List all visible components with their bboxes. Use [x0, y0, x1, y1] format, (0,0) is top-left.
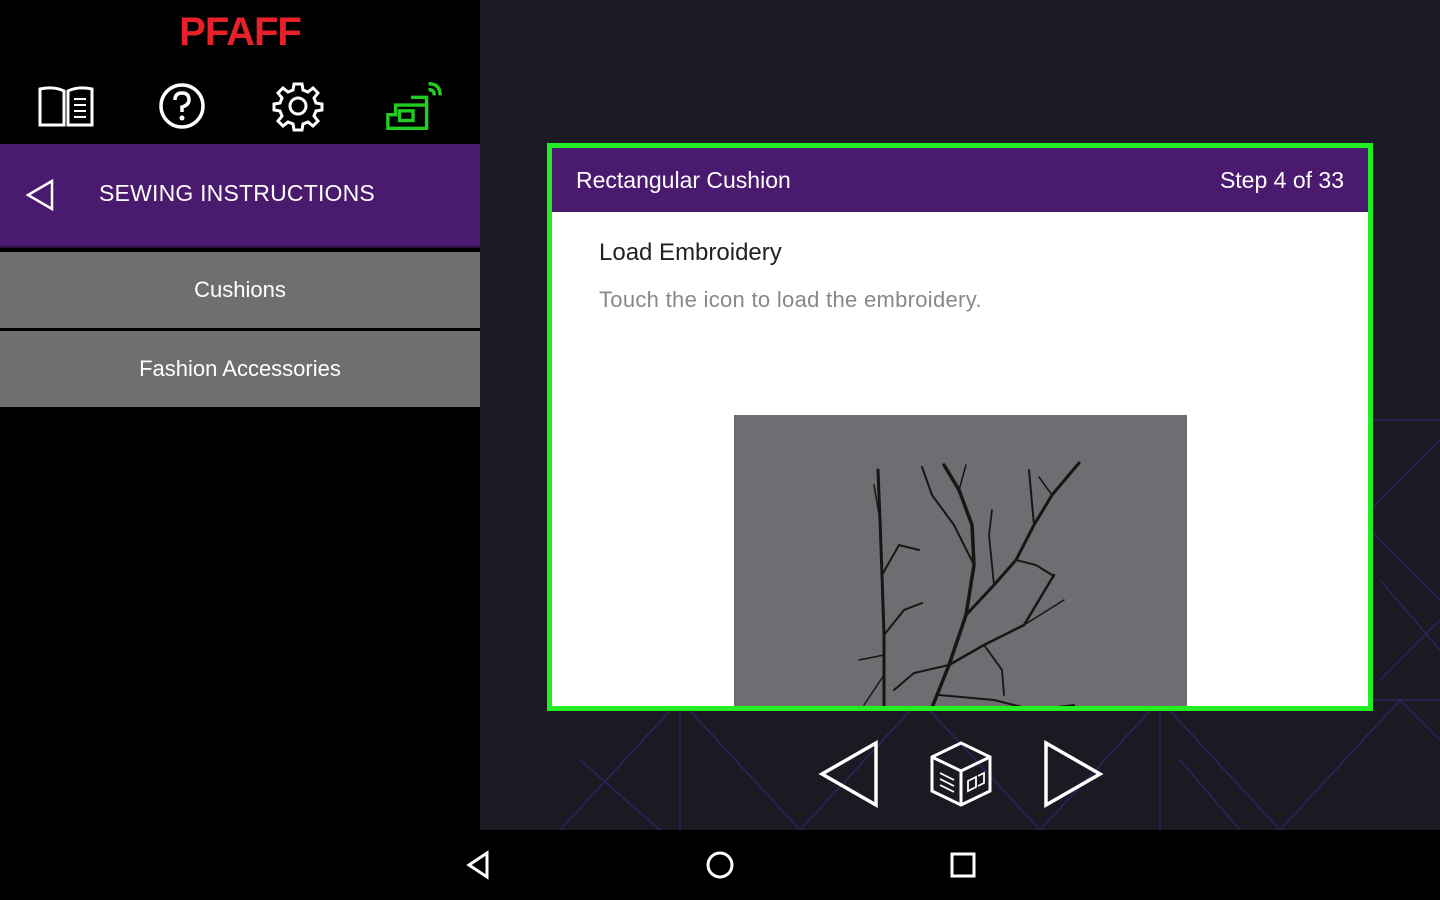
next-step-icon[interactable]	[1038, 738, 1108, 810]
android-home-icon[interactable]	[700, 847, 740, 883]
card-header: Rectangular Cushion Step 4 of 33	[552, 148, 1368, 212]
android-navigation-bar	[0, 830, 1440, 900]
embroidery-preview-image	[734, 415, 1187, 706]
sewing-instructions-header: SEWING INSTRUCTIONS	[0, 144, 480, 248]
android-recents-icon[interactable]	[943, 847, 983, 883]
project-title: Rectangular Cushion	[576, 167, 791, 193]
top-toolbar	[0, 76, 480, 136]
pfaff-logo: PFAFF	[179, 10, 302, 54]
android-back-icon[interactable]	[458, 847, 498, 883]
previous-step-icon[interactable]	[814, 738, 884, 810]
help-icon[interactable]	[152, 76, 212, 136]
sidebar-item-fashion-accessories[interactable]: Fashion Accessories	[0, 331, 480, 407]
manual-book-icon[interactable]	[36, 76, 96, 136]
instruction-card: Rectangular Cushion Step 4 of 33 Load Em…	[547, 143, 1373, 711]
back-arrow-icon[interactable]	[24, 178, 56, 217]
left-panel: PFAFF SEWING INSTRUCTIONS Cushions Fashi…	[0, 0, 480, 830]
step-description: Touch the icon to load the embroidery.	[599, 287, 982, 312]
sewing-machine-wifi-icon[interactable]	[384, 76, 444, 136]
step-title: Load Embroidery	[599, 239, 782, 266]
sidebar-item-cushions[interactable]: Cushions	[0, 252, 480, 328]
load-embroidery-cube-icon[interactable]	[926, 738, 996, 810]
step-counter: Step 4 of 33	[1219, 167, 1344, 193]
settings-gear-icon[interactable]	[268, 76, 328, 136]
section-title: SEWING INSTRUCTIONS	[99, 180, 375, 206]
